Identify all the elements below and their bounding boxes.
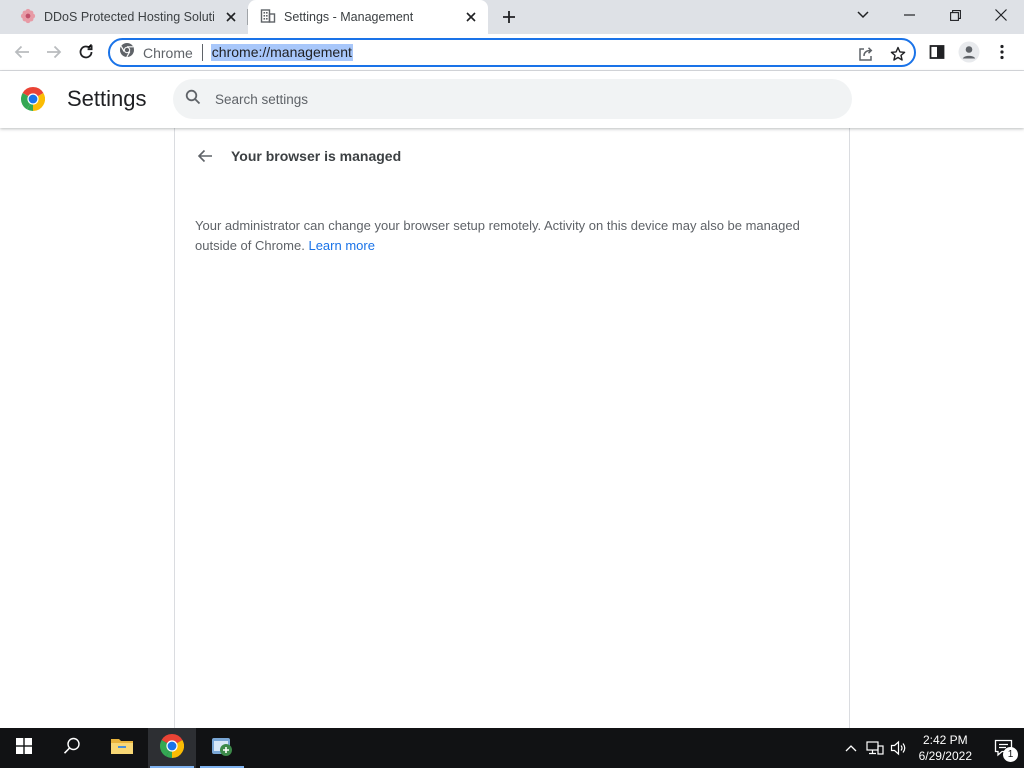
omnibox-chip-label: Chrome [143,44,193,61]
chevron-up-icon[interactable] [839,728,863,768]
close-tab-icon[interactable] [462,8,480,26]
description-text: Your administrator can change your brows… [195,218,800,253]
close-tab-icon[interactable] [222,8,240,26]
management-title: Your browser is managed [231,148,402,164]
url-text[interactable]: chrome://management [210,44,353,61]
settings-search-box[interactable] [173,79,852,119]
tab-settings-management[interactable]: Settings - Management [248,0,488,34]
taskbar-app[interactable] [198,728,246,768]
building-favicon-icon [260,8,276,27]
chrome-page-icon [119,42,135,63]
omnibox-divider [201,44,203,61]
taskbar-file-explorer[interactable] [98,728,146,768]
search-icon [63,737,81,760]
notification-count-badge: 1 [1003,747,1018,762]
app-installer-icon [210,734,234,763]
settings-header: Settings [0,71,1024,128]
omnibox[interactable]: Chrome chrome://management [108,38,916,67]
folder-icon [110,736,134,761]
start-button[interactable] [0,728,48,768]
windows-logo-icon [16,737,32,759]
windows-taskbar: 2:42 PM 6/29/2022 1 [0,728,1024,768]
back-arrow-icon[interactable] [193,144,217,168]
share-icon[interactable] [854,43,878,65]
tab-ddos-hosting[interactable]: DDoS Protected Hosting Solutions [8,0,248,34]
system-tray: 2:42 PM 6/29/2022 1 [839,728,1024,768]
tab-title: Settings - Management [284,10,414,24]
more-menu-icon[interactable] [988,38,1016,66]
taskbar-clock[interactable]: 2:42 PM 6/29/2022 [919,732,972,764]
taskbar-chrome[interactable] [148,728,196,768]
minimize-button[interactable] [886,0,932,30]
management-description: Your administrator can change your brows… [195,216,825,256]
action-center-button[interactable]: 1 [984,728,1024,768]
search-icon [185,89,201,110]
browser-toolbar: Chrome chrome://management [0,34,1024,71]
network-icon[interactable] [863,728,887,768]
clock-time: 2:42 PM [922,733,968,747]
profile-avatar-icon[interactable] [955,38,983,66]
side-panel-icon[interactable] [923,38,951,66]
management-page: Your browser is managed Your administrat… [174,128,850,728]
clock-date: 6/29/2022 [918,749,972,763]
new-tab-button[interactable] [497,5,521,29]
flower-favicon-icon [20,8,36,27]
page-header: Your browser is managed [193,144,401,168]
back-button[interactable] [8,38,36,66]
forward-button[interactable] [40,38,68,66]
tab-search-chevron-down-icon[interactable] [840,0,886,30]
taskbar-search-button[interactable] [48,728,96,768]
search-settings-input[interactable] [215,91,775,107]
volume-icon[interactable] [887,728,911,768]
chrome-logo-icon [20,87,46,116]
tab-strip: DDoS Protected Hosting Solutions Setting… [0,0,1024,34]
tab-title: DDoS Protected Hosting Solutions [44,10,214,24]
chrome-logo-icon [159,733,185,763]
restore-button[interactable] [932,0,978,30]
close-window-button[interactable] [978,0,1024,30]
learn-more-link[interactable]: Learn more [308,238,374,253]
bookmark-star-icon[interactable] [886,43,910,65]
settings-page-title: Settings [67,86,147,111]
reload-button[interactable] [72,38,100,66]
